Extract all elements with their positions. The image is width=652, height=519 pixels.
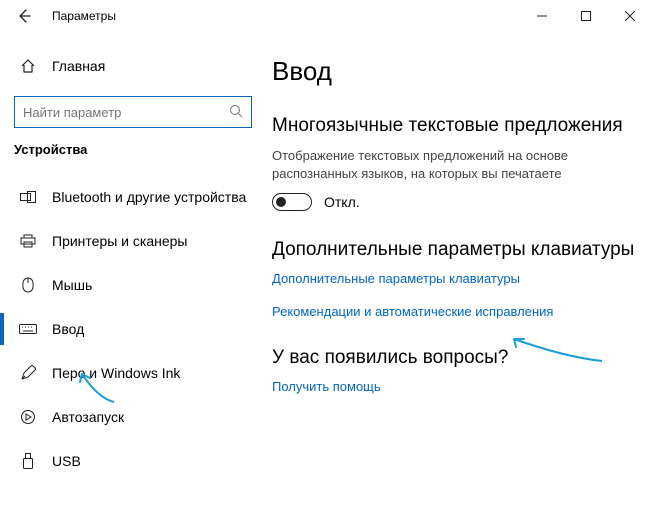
link-spelling[interactable]: Рекомендации и автоматические исправлени…	[272, 304, 638, 319]
sidebar-home-label: Главная	[52, 58, 105, 74]
sidebar-item-usb[interactable]: USB	[0, 439, 262, 483]
maximize-button[interactable]	[564, 0, 608, 32]
titlebar: Параметры	[0, 0, 652, 32]
back-button[interactable]	[6, 0, 42, 32]
minimize-button[interactable]	[520, 0, 564, 32]
sidebar-item-label: Принтеры и сканеры	[52, 233, 187, 249]
autoplay-icon	[18, 409, 38, 425]
sidebar-home[interactable]: Главная	[0, 46, 262, 86]
sidebar-item-label: Перо и Windows Ink	[52, 365, 180, 381]
sidebar-item-bluetooth[interactable]: Bluetooth и другие устройства	[0, 175, 262, 219]
search-input[interactable]	[23, 105, 243, 120]
toggle-label-multilang: Откл.	[324, 194, 360, 210]
sidebar-group-title: Устройства	[0, 142, 262, 157]
sidebar-nav: Bluetooth и другие устройства Принтеры и…	[0, 175, 262, 483]
sidebar-item-label: Bluetooth и другие устройства	[52, 189, 246, 205]
sidebar-item-label: Ввод	[52, 321, 84, 337]
printer-icon	[18, 234, 38, 248]
sidebar-item-printers[interactable]: Принтеры и сканеры	[0, 219, 262, 263]
section-desc-multilang: Отображение текстовых предложений на осн…	[272, 147, 638, 183]
content: Ввод Многоязычные текстовые предложения …	[262, 32, 652, 519]
sidebar-item-mouse[interactable]: Мышь	[0, 263, 262, 307]
sidebar-item-autoplay[interactable]: Автозапуск	[0, 395, 262, 439]
main: Главная Устройства Bluetooth и другие ус…	[0, 32, 652, 519]
sidebar-item-label: Мышь	[52, 277, 92, 293]
mouse-icon	[18, 277, 38, 293]
back-arrow-icon	[16, 8, 32, 24]
link-advanced-keyboard[interactable]: Дополнительные параметры клавиатуры	[272, 271, 638, 286]
window-controls	[520, 0, 652, 32]
toggle-row-multilang: Откл.	[272, 193, 638, 211]
sidebar-item-typing[interactable]: Ввод	[0, 307, 262, 351]
usb-icon	[18, 453, 38, 469]
keyboard-icon	[18, 324, 38, 334]
home-icon	[18, 58, 38, 74]
search-box[interactable]	[14, 96, 252, 128]
toggle-multilang[interactable]	[272, 193, 312, 211]
section-title-keyboard: Дополнительные параметры клавиатуры	[272, 239, 638, 261]
section-title-multilang: Многоязычные текстовые предложения	[272, 115, 638, 137]
devices-icon	[18, 191, 38, 203]
sidebar-item-pen[interactable]: Перо и Windows Ink	[0, 351, 262, 395]
sidebar: Главная Устройства Bluetooth и другие ус…	[0, 32, 262, 519]
close-button[interactable]	[608, 0, 652, 32]
section-title-help: У вас появились вопросы?	[272, 347, 638, 369]
link-get-help[interactable]: Получить помощь	[272, 379, 638, 394]
sidebar-item-label: Автозапуск	[52, 409, 124, 425]
page-title: Ввод	[272, 56, 638, 87]
window-title: Параметры	[52, 9, 116, 23]
sidebar-item-label: USB	[52, 453, 81, 469]
pen-icon	[18, 365, 38, 381]
